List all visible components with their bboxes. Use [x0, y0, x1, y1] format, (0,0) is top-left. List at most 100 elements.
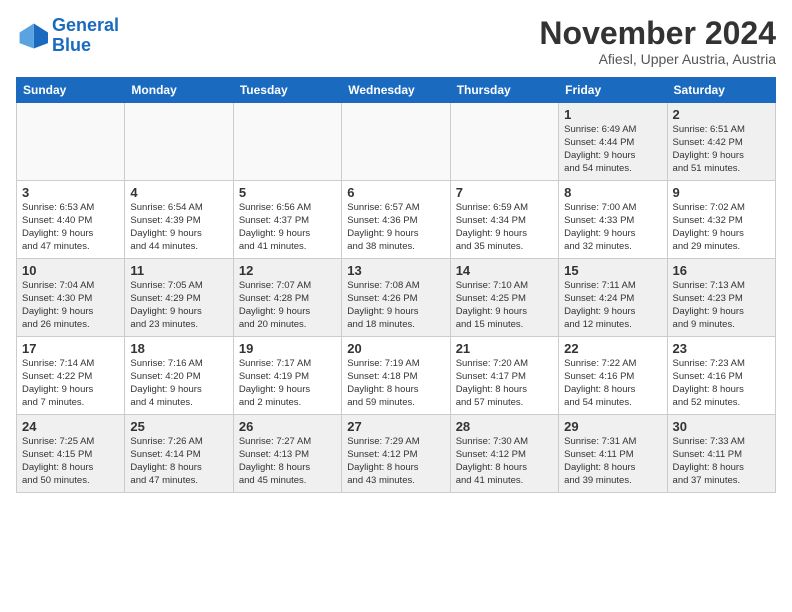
- day-number: 6: [347, 185, 444, 200]
- day-info: Sunrise: 7:20 AM Sunset: 4:17 PM Dayligh…: [456, 358, 553, 409]
- day-number: 30: [673, 419, 770, 434]
- calendar-cell: 15 Sunrise: 7:11 AM Sunset: 4:24 PM Dayli…: [559, 259, 667, 337]
- calendar-cell: 25 Sunrise: 7:26 AM Sunset: 4:14 PM Dayli…: [125, 415, 233, 493]
- header: General Blue November 2024 Afiesl, Upper…: [16, 16, 776, 67]
- header-sunday: Sunday: [17, 78, 125, 103]
- day-number: 7: [456, 185, 553, 200]
- logo-line1: General: [52, 15, 119, 35]
- calendar-week-0: 1 Sunrise: 6:49 AM Sunset: 4:44 PM Daylig…: [17, 103, 776, 181]
- day-info: Sunrise: 7:00 AM Sunset: 4:33 PM Dayligh…: [564, 202, 661, 253]
- day-number: 2: [673, 107, 770, 122]
- calendar-cell: 14Sunrise: 7:10 AM Sunset: 4:25 PM Dayli…: [450, 259, 558, 337]
- day-number: 20: [347, 341, 444, 356]
- header-thursday: Thursday: [450, 78, 558, 103]
- day-info: Sunrise: 7:31 AM Sunset: 4:11 PM Dayligh…: [564, 436, 661, 487]
- day-info: Sunrise: 7:27 AM Sunset: 4:13 PM Dayligh…: [239, 436, 336, 487]
- location: Afiesl, Upper Austria, Austria: [539, 51, 776, 67]
- day-number: 4: [130, 185, 227, 200]
- calendar-cell: 29Sunrise: 7:31 AM Sunset: 4:11 PM Dayli…: [559, 415, 667, 493]
- calendar-cell: 3Sunrise: 6:53 AM Sunset: 4:40 PM Daylig…: [17, 181, 125, 259]
- day-number: 18: [130, 341, 227, 356]
- calendar-cell: 21 Sunrise: 7:20 AM Sunset: 4:17 PM Dayli…: [450, 337, 558, 415]
- calendar-cell: 5 Sunrise: 6:56 AM Sunset: 4:37 PM Daylig…: [233, 181, 341, 259]
- day-info: Sunrise: 7:23 AM Sunset: 4:16 PM Dayligh…: [673, 358, 770, 409]
- calendar-cell: 2 Sunrise: 6:51 AM Sunset: 4:42 PM Daylig…: [667, 103, 775, 181]
- calendar-cell: 30 Sunrise: 7:33 AM Sunset: 4:11 PM Dayli…: [667, 415, 775, 493]
- header-friday: Friday: [559, 78, 667, 103]
- calendar-cell: 1 Sunrise: 6:49 AM Sunset: 4:44 PM Daylig…: [559, 103, 667, 181]
- day-number: 9: [673, 185, 770, 200]
- calendar-cell: 17Sunrise: 7:14 AM Sunset: 4:22 PM Dayli…: [17, 337, 125, 415]
- day-info: Sunrise: 7:07 AM Sunset: 4:28 PM Dayligh…: [239, 280, 336, 331]
- calendar-cell: 18 Sunrise: 7:16 AM Sunset: 4:20 PM Dayli…: [125, 337, 233, 415]
- calendar-week-4: 24Sunrise: 7:25 AM Sunset: 4:15 PM Dayli…: [17, 415, 776, 493]
- calendar-cell: 9 Sunrise: 7:02 AM Sunset: 4:32 PM Daylig…: [667, 181, 775, 259]
- day-number: 23: [673, 341, 770, 356]
- calendar-cell: [125, 103, 233, 181]
- day-number: 27: [347, 419, 444, 434]
- day-number: 14: [456, 263, 553, 278]
- day-info: Sunrise: 7:26 AM Sunset: 4:14 PM Dayligh…: [130, 436, 227, 487]
- calendar-header-row: Sunday Monday Tuesday Wednesday Thursday…: [17, 78, 776, 103]
- calendar-week-1: 3Sunrise: 6:53 AM Sunset: 4:40 PM Daylig…: [17, 181, 776, 259]
- calendar-cell: 27 Sunrise: 7:29 AM Sunset: 4:12 PM Dayli…: [342, 415, 450, 493]
- day-info: Sunrise: 6:57 AM Sunset: 4:36 PM Dayligh…: [347, 202, 444, 253]
- calendar-cell: [342, 103, 450, 181]
- calendar-cell: 11 Sunrise: 7:05 AM Sunset: 4:29 PM Dayli…: [125, 259, 233, 337]
- calendar-cell: 26 Sunrise: 7:27 AM Sunset: 4:13 PM Dayli…: [233, 415, 341, 493]
- day-info: Sunrise: 7:22 AM Sunset: 4:16 PM Dayligh…: [564, 358, 661, 409]
- calendar-cell: 28Sunrise: 7:30 AM Sunset: 4:12 PM Dayli…: [450, 415, 558, 493]
- header-saturday: Saturday: [667, 78, 775, 103]
- day-number: 11: [130, 263, 227, 278]
- calendar-cell: 23 Sunrise: 7:23 AM Sunset: 4:16 PM Dayli…: [667, 337, 775, 415]
- day-info: Sunrise: 7:17 AM Sunset: 4:19 PM Dayligh…: [239, 358, 336, 409]
- calendar-cell: 10 Sunrise: 7:04 AM Sunset: 4:30 PM Dayli…: [17, 259, 125, 337]
- day-number: 8: [564, 185, 661, 200]
- day-info: Sunrise: 6:51 AM Sunset: 4:42 PM Dayligh…: [673, 124, 770, 175]
- day-number: 1: [564, 107, 661, 122]
- day-info: Sunrise: 6:53 AM Sunset: 4:40 PM Dayligh…: [22, 202, 119, 253]
- day-info: Sunrise: 7:16 AM Sunset: 4:20 PM Dayligh…: [130, 358, 227, 409]
- calendar-cell: 6 Sunrise: 6:57 AM Sunset: 4:36 PM Daylig…: [342, 181, 450, 259]
- day-info: Sunrise: 7:11 AM Sunset: 4:24 PM Dayligh…: [564, 280, 661, 331]
- day-info: Sunrise: 7:14 AM Sunset: 4:22 PM Dayligh…: [22, 358, 119, 409]
- calendar-cell: 22 Sunrise: 7:22 AM Sunset: 4:16 PM Dayli…: [559, 337, 667, 415]
- day-info: Sunrise: 7:25 AM Sunset: 4:15 PM Dayligh…: [22, 436, 119, 487]
- day-info: Sunrise: 7:02 AM Sunset: 4:32 PM Dayligh…: [673, 202, 770, 253]
- day-info: Sunrise: 6:59 AM Sunset: 4:34 PM Dayligh…: [456, 202, 553, 253]
- day-info: Sunrise: 6:56 AM Sunset: 4:37 PM Dayligh…: [239, 202, 336, 253]
- calendar-week-2: 10 Sunrise: 7:04 AM Sunset: 4:30 PM Dayli…: [17, 259, 776, 337]
- day-number: 22: [564, 341, 661, 356]
- day-number: 15: [564, 263, 661, 278]
- calendar-cell: 13Sunrise: 7:08 AM Sunset: 4:26 PM Dayli…: [342, 259, 450, 337]
- day-number: 10: [22, 263, 119, 278]
- day-info: Sunrise: 7:19 AM Sunset: 4:18 PM Dayligh…: [347, 358, 444, 409]
- calendar-cell: 20 Sunrise: 7:19 AM Sunset: 4:18 PM Dayli…: [342, 337, 450, 415]
- day-info: Sunrise: 7:13 AM Sunset: 4:23 PM Dayligh…: [673, 280, 770, 331]
- logo-text: General Blue: [52, 16, 119, 56]
- calendar-cell: 19Sunrise: 7:17 AM Sunset: 4:19 PM Dayli…: [233, 337, 341, 415]
- day-number: 21: [456, 341, 553, 356]
- logo: General Blue: [16, 16, 119, 56]
- calendar-cell: [233, 103, 341, 181]
- day-number: 26: [239, 419, 336, 434]
- day-info: Sunrise: 7:33 AM Sunset: 4:11 PM Dayligh…: [673, 436, 770, 487]
- calendar-cell: 4Sunrise: 6:54 AM Sunset: 4:39 PM Daylig…: [125, 181, 233, 259]
- month-title: November 2024: [539, 16, 776, 51]
- page: General Blue November 2024 Afiesl, Upper…: [0, 0, 792, 612]
- header-monday: Monday: [125, 78, 233, 103]
- day-number: 25: [130, 419, 227, 434]
- day-info: Sunrise: 7:05 AM Sunset: 4:29 PM Dayligh…: [130, 280, 227, 331]
- day-info: Sunrise: 7:04 AM Sunset: 4:30 PM Dayligh…: [22, 280, 119, 331]
- day-number: 28: [456, 419, 553, 434]
- day-number: 5: [239, 185, 336, 200]
- header-tuesday: Tuesday: [233, 78, 341, 103]
- day-info: Sunrise: 6:49 AM Sunset: 4:44 PM Dayligh…: [564, 124, 661, 175]
- calendar-cell: 8 Sunrise: 7:00 AM Sunset: 4:33 PM Daylig…: [559, 181, 667, 259]
- day-info: Sunrise: 7:29 AM Sunset: 4:12 PM Dayligh…: [347, 436, 444, 487]
- calendar-cell: 16Sunrise: 7:13 AM Sunset: 4:23 PM Dayli…: [667, 259, 775, 337]
- day-info: Sunrise: 7:08 AM Sunset: 4:26 PM Dayligh…: [347, 280, 444, 331]
- calendar-cell: [17, 103, 125, 181]
- header-wednesday: Wednesday: [342, 78, 450, 103]
- calendar-cell: 12Sunrise: 7:07 AM Sunset: 4:28 PM Dayli…: [233, 259, 341, 337]
